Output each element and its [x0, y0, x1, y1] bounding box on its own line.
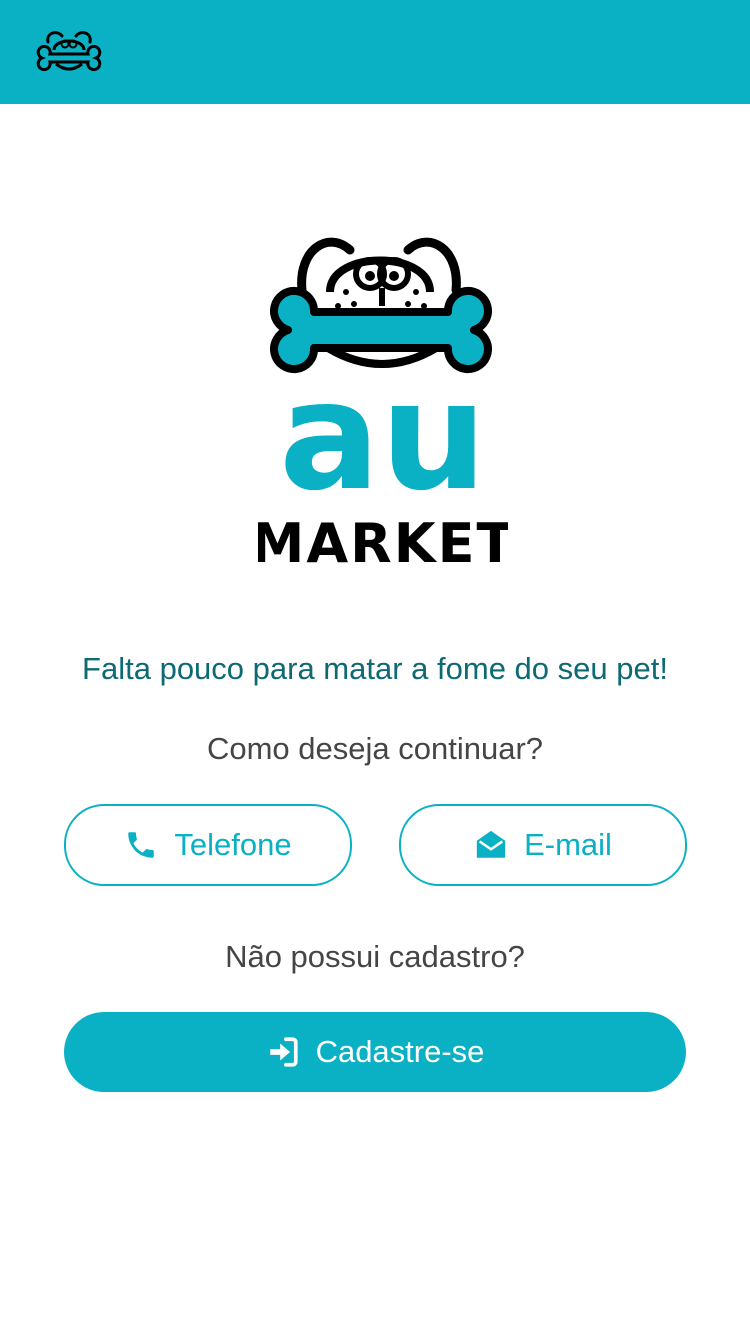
- app-bar: [0, 0, 750, 104]
- phone-button[interactable]: Telefone: [64, 804, 352, 886]
- sign-in-icon: [266, 1035, 300, 1069]
- envelope-open-icon: [474, 828, 508, 862]
- no-account-text: Não possui cadastro?: [225, 939, 525, 974]
- continue-question: Como deseja continuar?: [206, 731, 544, 766]
- signup-button-label: Cadastre-se: [315, 1034, 485, 1069]
- email-button-label: E-mail: [524, 827, 612, 862]
- phone-icon: [124, 828, 158, 862]
- au-market-logo: au MARKET: [251, 230, 513, 575]
- tagline: Falta pouco para matar a fome do seu pet…: [82, 651, 668, 686]
- phone-button-label: Telefone: [174, 827, 292, 862]
- brand-au-text: au: [279, 350, 487, 524]
- dog-bone-logo-icon[interactable]: [32, 28, 106, 78]
- signup-button[interactable]: Cadastre-se: [64, 1012, 686, 1092]
- email-button[interactable]: E-mail: [399, 804, 687, 886]
- brand-market-text: MARKET: [258, 512, 508, 570]
